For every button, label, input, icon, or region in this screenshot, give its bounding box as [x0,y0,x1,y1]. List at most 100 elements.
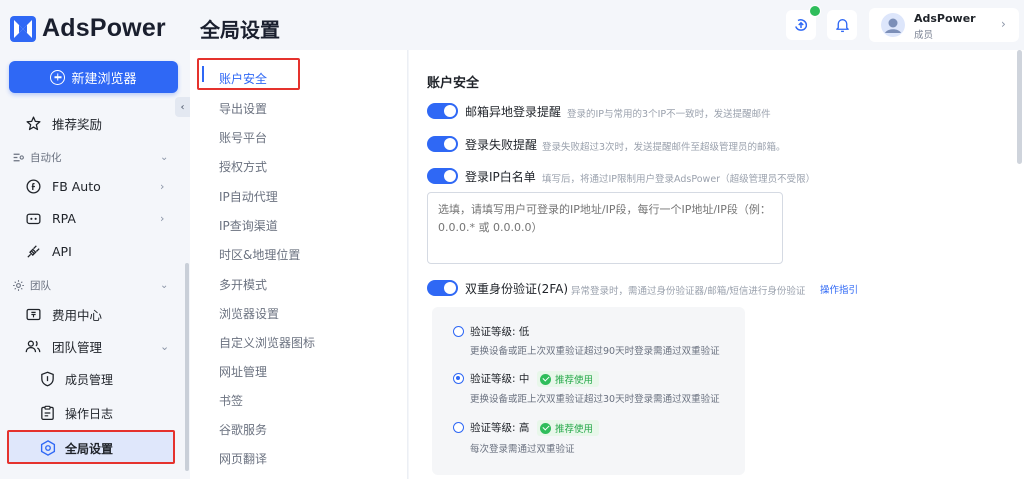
content-scrollbar[interactable] [1017,50,1022,164]
option-label: 邮箱异地登录提醒 [465,105,562,119]
option-description: 登录失败超过3次时，发送提醒邮件至超级管理员的邮箱。 [542,142,786,153]
option-description: 填写后，将通过IP限制用户登录AdsPower（超级管理员不受限） [542,174,816,185]
chevron-right-icon: › [1001,17,1006,31]
toggle-2fa[interactable] [427,280,458,296]
sidebar-item-label: 团队管理 [52,340,103,355]
section-title: 账户安全 [427,76,480,91]
menu-item-auth-method[interactable]: 授权方式 [219,158,267,175]
menu-item-ip-query[interactable]: IP查询渠道 [219,217,278,234]
menu-item-account-security[interactable]: 账户安全 [219,70,267,87]
menu-item-account-platform[interactable]: 账号平台 [219,129,267,146]
recommended-label: 推荐使用 [555,375,594,386]
sidebar-item-label: 推荐奖励 [52,117,103,132]
sidebar-item-label: 操作日志 [65,406,114,421]
level-label: 验证等级: 低 [470,326,530,338]
menu-item-google-services[interactable]: 谷歌服务 [219,421,267,438]
sidebar-item-rewards[interactable]: 推荐奖励 [24,114,102,133]
new-browser-button[interactable]: 新建浏览器 [9,61,178,93]
settings-menu: 账户安全 导出设置 账号平台 授权方式 IP自动代理 IP查询渠道 时区&地理位… [190,50,408,479]
toggle-login-alert[interactable] [427,103,458,119]
menu-item-multi-open[interactable]: 多开模式 [219,276,267,293]
verification-level-group: 验证等级: 低 更换设备或距上次双重验证超过90天时登录需通过双重验证 验证等级… [432,307,745,475]
logo[interactable]: AdsPower [10,14,166,43]
radio-level-high[interactable] [453,422,464,433]
level-description: 更换设备或距上次双重验证超过30天时登录需通过双重验证 [470,394,720,405]
plus-circle-icon [50,69,66,85]
guide-link[interactable]: 操作指引 [820,282,858,296]
sidebar-group-automation[interactable]: 自动化 ⌄ [12,150,168,165]
star-icon [24,115,42,133]
chevron-down-icon: ⌄ [160,340,170,353]
recommended-badge: 推荐使用 [537,371,600,387]
chevron-right-icon: › [160,211,165,225]
sidebar-item-rpa[interactable]: RPA › [24,209,164,227]
check-circle-icon [540,373,551,385]
menu-item-browser-settings[interactable]: 浏览器设置 [219,305,279,322]
menu-item-custom-icon[interactable]: 自定义浏览器图标 [219,334,315,351]
level-description: 每次登录需通过双重验证 [470,444,575,455]
sidebar-group-label: 团队 [30,280,51,292]
sidebar-item-label: 费用中心 [52,308,103,323]
recommended-badge: 推荐使用 [537,420,600,436]
sidebar-item-label: 成员管理 [65,372,114,387]
level-label: 验证等级: 中 [470,373,530,385]
user-role: 成员 [914,30,934,41]
automation-icon [12,151,25,164]
robot-icon [24,209,42,227]
menu-item-export[interactable]: 导出设置 [219,100,267,117]
plug-icon [24,242,42,260]
chevron-right-icon: › [160,179,165,193]
update-icon [795,19,808,31]
toggle-login-failure-alert[interactable] [427,136,458,152]
sidebar-item-api[interactable]: API [24,242,72,260]
sidebar-group-team[interactable]: 团队 ⌄ [12,278,168,293]
sidebar-item-label: 全局设置 [65,441,114,456]
logo-text: AdsPower [42,14,166,42]
menu-item-url-management[interactable]: 网址管理 [219,363,267,380]
bell-icon [835,19,849,33]
toggle-ip-whitelist[interactable] [427,168,458,184]
users-icon [24,338,42,356]
level-label: 验证等级: 高 [470,422,530,434]
sidebar-item-members[interactable]: 成员管理 [38,370,113,388]
settings-hexagon-icon [40,440,56,456]
avatar-icon [881,13,905,37]
sidebar-item-global-settings[interactable]: 全局设置 [7,430,175,464]
sidebar-item-team-management[interactable]: 团队管理 ⌄ [24,337,169,356]
ip-whitelist-input[interactable] [427,192,783,264]
menu-item-ip-auto-proxy[interactable]: IP自动代理 [219,188,278,205]
sidebar-item-logs[interactable]: 操作日志 [38,404,113,422]
new-browser-label: 新建浏览器 [71,71,137,87]
update-status-check-icon [809,5,821,17]
user-name: AdsPower [914,12,976,25]
sidebar-item-label: RPA [52,210,76,226]
billing-icon [24,306,42,324]
notifications-button[interactable] [827,10,857,40]
sidebar-group-label: 自动化 [30,152,62,164]
level-description: 更换设备或距上次双重验证超过90天时登录需通过双重验证 [470,346,720,357]
clipboard-icon [38,404,56,422]
sidebar-scrollbar[interactable] [185,263,189,471]
option-description: 异常登录时，需通过身份验证器/邮箱/短信进行身份验证 [571,286,806,297]
check-circle-icon [540,422,551,434]
radio-level-low[interactable] [453,326,464,337]
sidebar-item-billing[interactable]: 费用中心 [24,305,102,324]
menu-item-translate[interactable]: 网页翻译 [219,450,267,467]
sidebar-item-fb-auto[interactable]: FB Auto › [24,177,164,195]
option-label: 登录失败提醒 [465,138,538,152]
option-label: 登录IP白名单 [465,170,536,184]
shield-icon [38,370,56,388]
menu-active-indicator [202,66,204,82]
user-menu[interactable]: AdsPower 成员 › [869,8,1019,42]
radio-level-medium[interactable] [453,373,464,384]
recommended-label: 推荐使用 [555,424,594,435]
option-label: 双重身份验证(2FA) [465,282,569,296]
menu-item-timezone[interactable]: 时区&地理位置 [219,246,300,263]
adspower-logo-icon [10,15,36,42]
avatar [881,13,905,37]
option-description: 登录的IP与常用的3个IP不一致时，发送提醒邮件 [567,109,771,120]
sidebar-item-label: API [52,243,72,259]
menu-item-bookmarks[interactable]: 书签 [219,392,243,409]
sidebar-collapse-button[interactable]: ‹ [175,97,190,117]
facebook-icon [24,177,42,195]
